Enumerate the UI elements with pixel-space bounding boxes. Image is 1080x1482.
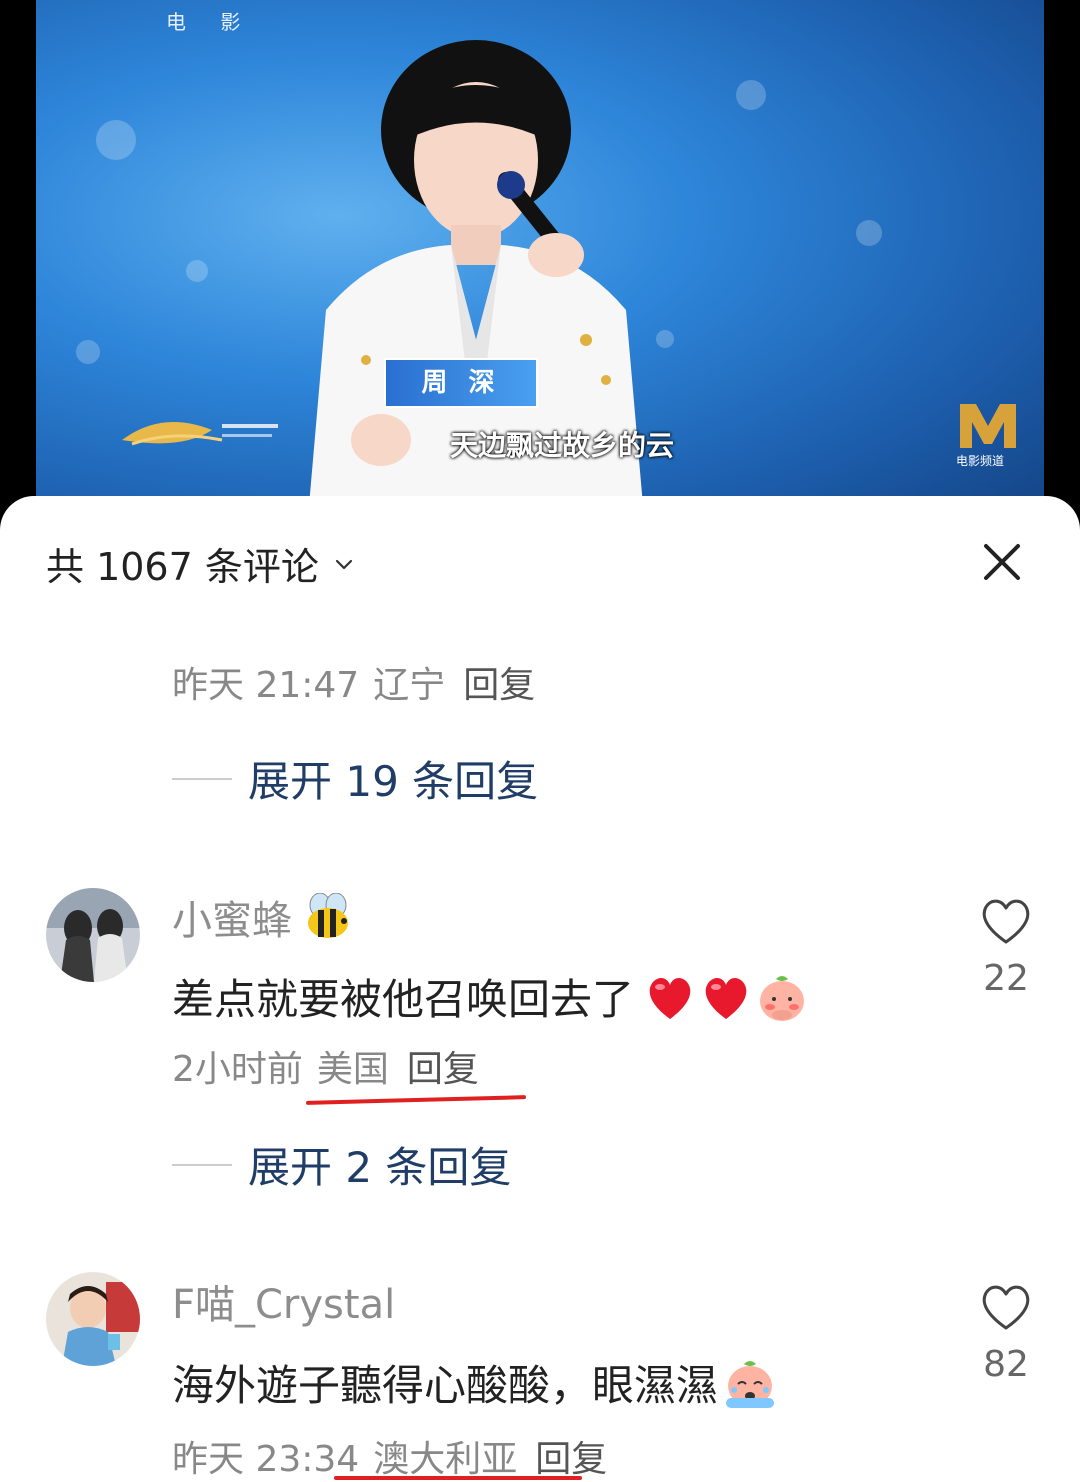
avatar-image bbox=[46, 888, 140, 982]
divider bbox=[172, 1163, 232, 1166]
avatar[interactable] bbox=[46, 1272, 140, 1366]
chevron-down-icon bbox=[335, 559, 352, 569]
reply-button[interactable]: 回复 bbox=[463, 665, 535, 706]
red-heart-emoji bbox=[705, 977, 747, 1019]
comment-username[interactable]: F喵_Crystal bbox=[172, 1272, 395, 1330]
comment-location: 辽宁 bbox=[373, 665, 446, 706]
channel-label: 电 影 bbox=[166, 10, 255, 34]
heart-outline-icon bbox=[982, 899, 1030, 944]
expand-replies-button[interactable]: 展开 2 条回复 bbox=[172, 1134, 511, 1195]
comments-sheet: 共 1067 条评论 昨天 21:47辽宁回复 展开 19 条回复 小蜜蜂 bbox=[0, 496, 1080, 1482]
comment-location: 美国 bbox=[316, 1049, 389, 1090]
comment-body: 海外遊子聽得心酸酸，眼濕濕 bbox=[172, 1361, 719, 1410]
divider bbox=[172, 777, 232, 780]
comment-time: 昨天 21:47 bbox=[172, 665, 360, 706]
comment-time: 2小时前 bbox=[172, 1049, 303, 1090]
like-button[interactable]: 22 bbox=[976, 896, 1036, 999]
like-count: 82 bbox=[983, 1344, 1029, 1385]
close-icon[interactable] bbox=[980, 540, 1024, 584]
heart-outline-icon bbox=[982, 1285, 1030, 1330]
movie-channel-label: 电影频道 bbox=[956, 454, 1005, 468]
highlight-underline bbox=[334, 1476, 582, 1480]
comment-body: 差点就要被他召唤回去了 bbox=[172, 975, 635, 1024]
singer-name-caption: 周 深 bbox=[384, 358, 538, 408]
highlight-underline bbox=[305, 1095, 527, 1105]
reply-button[interactable]: 回复 bbox=[407, 1049, 479, 1090]
singer-figure bbox=[306, 40, 646, 540]
m-logo-icon bbox=[960, 404, 1016, 448]
concert-logo bbox=[122, 422, 278, 446]
like-count: 22 bbox=[983, 958, 1029, 999]
avatar-image bbox=[46, 1272, 140, 1366]
video-player[interactable]: 电 影 周 深 天边飘过故乡的云 电影频道 bbox=[0, 0, 1080, 540]
comment-meta: 昨天 23:34 澳大利亚 回复 bbox=[172, 1430, 607, 1482]
comment-meta: 昨天 21:47 辽宁 回复 bbox=[172, 656, 535, 708]
comments-count-header[interactable]: 共 1067 条评论 bbox=[46, 536, 353, 591]
crying-peach-emoji bbox=[726, 1360, 775, 1408]
reply-button[interactable]: 回复 bbox=[535, 1439, 607, 1480]
red-heart-emoji bbox=[649, 977, 691, 1019]
comments-count-title: 共 1067 条评论 bbox=[46, 545, 319, 589]
avatar[interactable] bbox=[46, 888, 140, 982]
comment-text: 海外遊子聽得心酸酸，眼濕濕 bbox=[172, 1352, 778, 1413]
expand-replies-label: 展开 19 条回复 bbox=[248, 757, 539, 806]
comment-meta: 2小时前 美国 回复 bbox=[172, 1040, 479, 1092]
expand-replies-label: 展开 2 条回复 bbox=[248, 1143, 512, 1192]
peach-emoji bbox=[760, 975, 805, 1021]
video-frame: 电 影 周 深 天边飘过故乡的云 电影频道 bbox=[36, 0, 1044, 540]
like-button[interactable]: 82 bbox=[976, 1282, 1036, 1385]
username-text: 小蜜蜂 bbox=[172, 898, 292, 944]
comment-username[interactable]: 小蜜蜂 bbox=[172, 888, 354, 946]
movie-channel-logo: 电影频道 bbox=[956, 400, 1020, 470]
comment-time: 昨天 23:34 bbox=[172, 1439, 360, 1480]
expand-replies-button[interactable]: 展开 19 条回复 bbox=[172, 748, 538, 809]
comment-text: 差点就要被他召唤回去了 bbox=[172, 966, 808, 1027]
lyric-subtitle: 天边飘过故乡的云 bbox=[450, 429, 675, 462]
username-text: F喵_Crystal bbox=[172, 1282, 396, 1328]
comment-location: 澳大利亚 bbox=[373, 1439, 518, 1480]
bee-emoji bbox=[308, 893, 348, 938]
